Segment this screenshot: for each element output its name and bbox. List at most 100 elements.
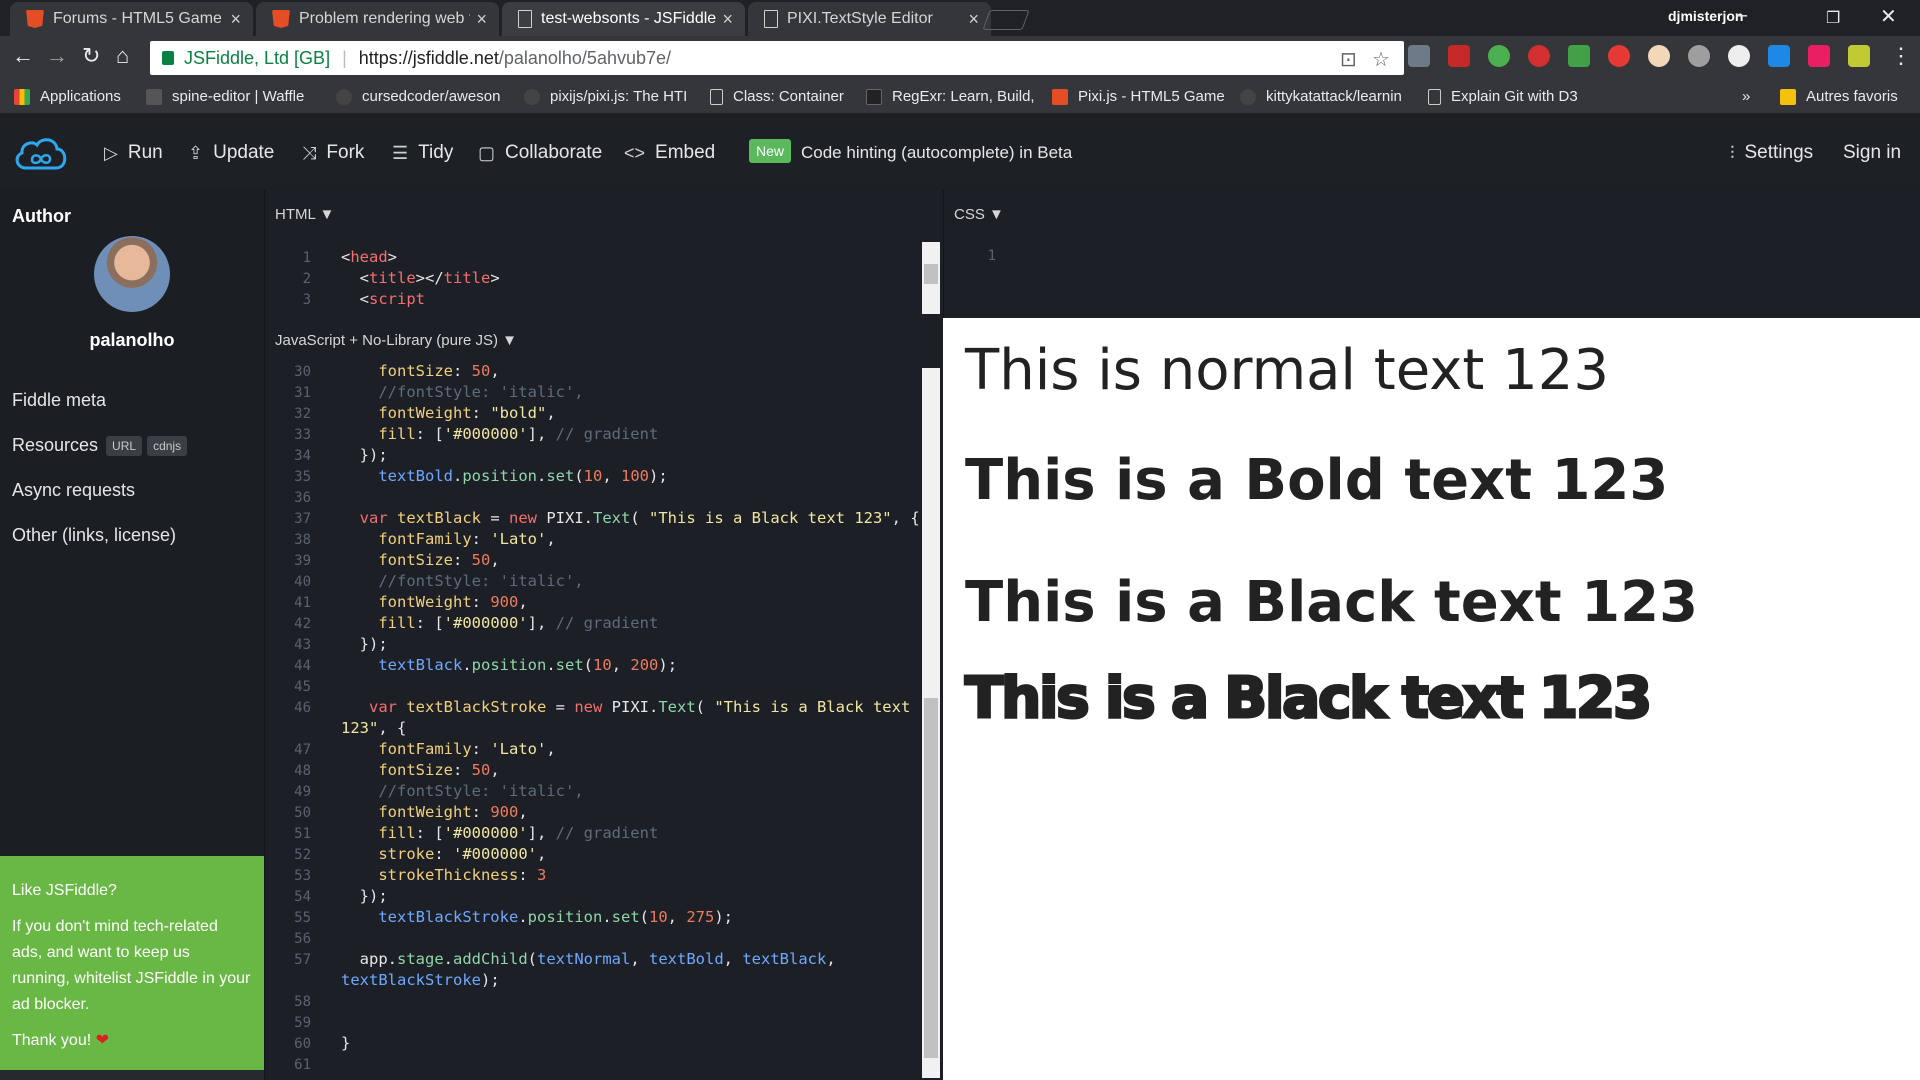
- bookmark-label: Class: Container: [733, 88, 844, 105]
- js-panel-label[interactable]: JavaScript + No-Library (pure JS) ▼: [275, 332, 517, 349]
- chat-icon[interactable]: [1728, 45, 1750, 67]
- ad-title: Like JSFiddle?: [12, 882, 117, 899]
- sidebar-item-async[interactable]: Async requests: [12, 480, 135, 501]
- embed-button[interactable]: <> Embed: [624, 142, 715, 164]
- code-hinting-link[interactable]: Code hinting (autocomplete) in Beta: [801, 143, 1072, 163]
- jsfiddle-toolbar: ▷ Run ⇪ Update ⤨ Fork ☰ Tidy ▢ Collaborate <>…: [0, 114, 1920, 190]
- bookmark-item[interactable]: spine-editor | Waffle: [146, 88, 304, 105]
- sidebar-item-resources[interactable]: Resources URL cdnjs: [12, 435, 188, 456]
- fork-button[interactable]: ⤨ Fork: [302, 142, 364, 164]
- document-icon: [710, 88, 723, 105]
- cloud-upload-icon: ⇪: [188, 142, 204, 163]
- scrollbar-thumb[interactable]: [924, 698, 938, 1058]
- bookmark-label: Autres favoris: [1806, 88, 1898, 105]
- download-icon[interactable]: [1408, 45, 1430, 67]
- html-code[interactable]: <head> <title></title> <script: [341, 247, 500, 310]
- extension-icon[interactable]: [1768, 45, 1790, 67]
- url-tag[interactable]: URL: [106, 435, 143, 456]
- bookmark-item[interactable]: kittykatattack/learnin: [1240, 88, 1402, 105]
- run-button[interactable]: ▷ Run: [104, 142, 163, 164]
- sidebar-item-other[interactable]: Other (links, license): [12, 525, 176, 546]
- url-text: https://jsfiddle.net/palanolho/5ahvub7e/: [359, 48, 671, 69]
- bookmark-label: RegExr: Learn, Build,: [892, 88, 1035, 105]
- bookmark-label: spine-editor | Waffle: [172, 88, 305, 105]
- sidebar-item-fiddle-meta[interactable]: Fiddle meta: [12, 390, 106, 411]
- extension-icon[interactable]: [1648, 45, 1670, 67]
- close-icon[interactable]: ×: [722, 9, 733, 30]
- js-code[interactable]: fontSize: 50, //fontStyle: 'italic', fon…: [341, 361, 920, 1075]
- reload-icon[interactable]: ↻: [82, 43, 100, 69]
- collaborate-label: Collaborate: [505, 142, 603, 163]
- url-path: /palanolho/5ahvub7e/: [498, 47, 672, 68]
- close-icon[interactable]: ×: [476, 9, 487, 30]
- update-button[interactable]: ⇪ Update: [188, 142, 274, 164]
- bookmark-item[interactable]: Explain Git with D3: [1428, 88, 1578, 105]
- restore-icon[interactable]: ❐: [1826, 8, 1840, 28]
- profile-name[interactable]: djmisterjon: [1668, 8, 1743, 24]
- browser-tab[interactable]: Forums - HTML5 Game D ×: [10, 2, 253, 36]
- github-icon: [1240, 88, 1256, 105]
- extension-icon[interactable]: [1688, 45, 1710, 67]
- tab-title: PIXI.TextStyle Editor: [787, 10, 933, 27]
- close-icon[interactable]: ×: [968, 9, 979, 30]
- browser-tab[interactable]: PIXI.TextStyle Editor ×: [748, 2, 991, 36]
- star-icon[interactable]: ☆: [1372, 47, 1390, 72]
- html-scrollbar[interactable]: [922, 242, 940, 314]
- bookmark-item[interactable]: pixijs/pixi.js: The HTI: [524, 88, 687, 105]
- new-tab-button[interactable]: [982, 10, 1030, 30]
- translate-icon[interactable]: ⊡: [1340, 47, 1357, 72]
- browser-tab-bar: Forums - HTML5 Game D × Problem renderin…: [0, 0, 1920, 36]
- bookmarks-overflow[interactable]: »: [1742, 88, 1750, 105]
- js-panel[interactable]: JavaScript + No-Library (pure JS) ▼ 30 31…: [264, 318, 943, 1080]
- result-panel[interactable]: This is normal text 123 This is a Bold t…: [943, 318, 1920, 1080]
- adblock-icon[interactable]: [1528, 45, 1550, 67]
- bookmark-item[interactable]: Applications: [14, 88, 121, 105]
- play-icon: ▷: [104, 142, 118, 163]
- scrollbar-thumb[interactable]: [924, 264, 938, 284]
- sliders-icon: ⫶: [1730, 142, 1735, 163]
- result-black-stroke-text: This is a Black text 123: [963, 665, 1653, 733]
- back-icon[interactable]: ←: [12, 43, 34, 69]
- home-icon[interactable]: ⌂: [116, 43, 129, 69]
- new-badge: New: [749, 139, 792, 163]
- menu-icon[interactable]: ⋮: [1890, 43, 1912, 69]
- bookmark-item[interactable]: Pixi.js - HTML5 Game: [1052, 88, 1225, 105]
- collaborate-button[interactable]: ▢ Collaborate: [478, 142, 602, 164]
- browser-tab[interactable]: Problem rendering web f ×: [256, 2, 499, 36]
- bookmark-item[interactable]: RegExr: Learn, Build,: [866, 88, 1035, 105]
- heart-icon: ❤: [95, 1032, 110, 1049]
- regexr-icon: [866, 88, 882, 105]
- pixi-icon[interactable]: [1808, 45, 1830, 67]
- avatar[interactable]: [94, 236, 170, 312]
- bookmark-item[interactable]: Class: Container: [710, 88, 844, 105]
- extension-icon[interactable]: [1488, 45, 1510, 67]
- extension-icon[interactable]: [1448, 45, 1470, 67]
- tidy-label: Tidy: [418, 142, 454, 163]
- browser-toolbar: ← → ↻ ⌂ JSFiddle, Ltd [GB] | https://jsf…: [0, 36, 1920, 80]
- sign-in-button[interactable]: Sign in: [1843, 142, 1901, 164]
- extension-icon[interactable]: [1608, 45, 1630, 67]
- close-window-icon[interactable]: ✕: [1880, 4, 1897, 29]
- tidy-button[interactable]: ☰ Tidy: [392, 142, 453, 164]
- html-panel-label[interactable]: HTML ▼: [275, 206, 334, 223]
- bookmark-item[interactable]: Autres favoris: [1780, 88, 1898, 105]
- css-panel[interactable]: CSS ▼ 1: [943, 190, 1920, 318]
- html-panel[interactable]: HTML ▼ 123 <head> <title></title> <scrip…: [264, 190, 943, 318]
- author-username[interactable]: palanolho: [0, 330, 264, 351]
- extension-icon[interactable]: [1848, 45, 1870, 67]
- sign-in-label: Sign in: [1843, 142, 1902, 163]
- browser-tab-active[interactable]: test-websonts - JSFiddle ×: [502, 2, 745, 36]
- github-icon: [524, 88, 540, 105]
- css-panel-label[interactable]: CSS ▼: [954, 206, 1004, 223]
- cdnjs-tag[interactable]: cdnjs: [147, 435, 188, 456]
- result-black-text: This is a Black text 123: [965, 570, 1699, 635]
- address-bar[interactable]: JSFiddle, Ltd [GB] | https://jsfiddle.ne…: [150, 41, 1404, 75]
- settings-button[interactable]: ⫶ Settings: [1730, 142, 1813, 164]
- minimize-icon[interactable]: –: [1736, 4, 1747, 27]
- forward-icon[interactable]: →: [46, 43, 68, 69]
- bookmark-item[interactable]: cursedcoder/aweson: [336, 88, 500, 105]
- extension-icon[interactable]: [1568, 45, 1590, 67]
- js-scrollbar[interactable]: [922, 368, 940, 1078]
- close-icon[interactable]: ×: [230, 9, 241, 30]
- jsfiddle-logo-icon[interactable]: [12, 134, 70, 174]
